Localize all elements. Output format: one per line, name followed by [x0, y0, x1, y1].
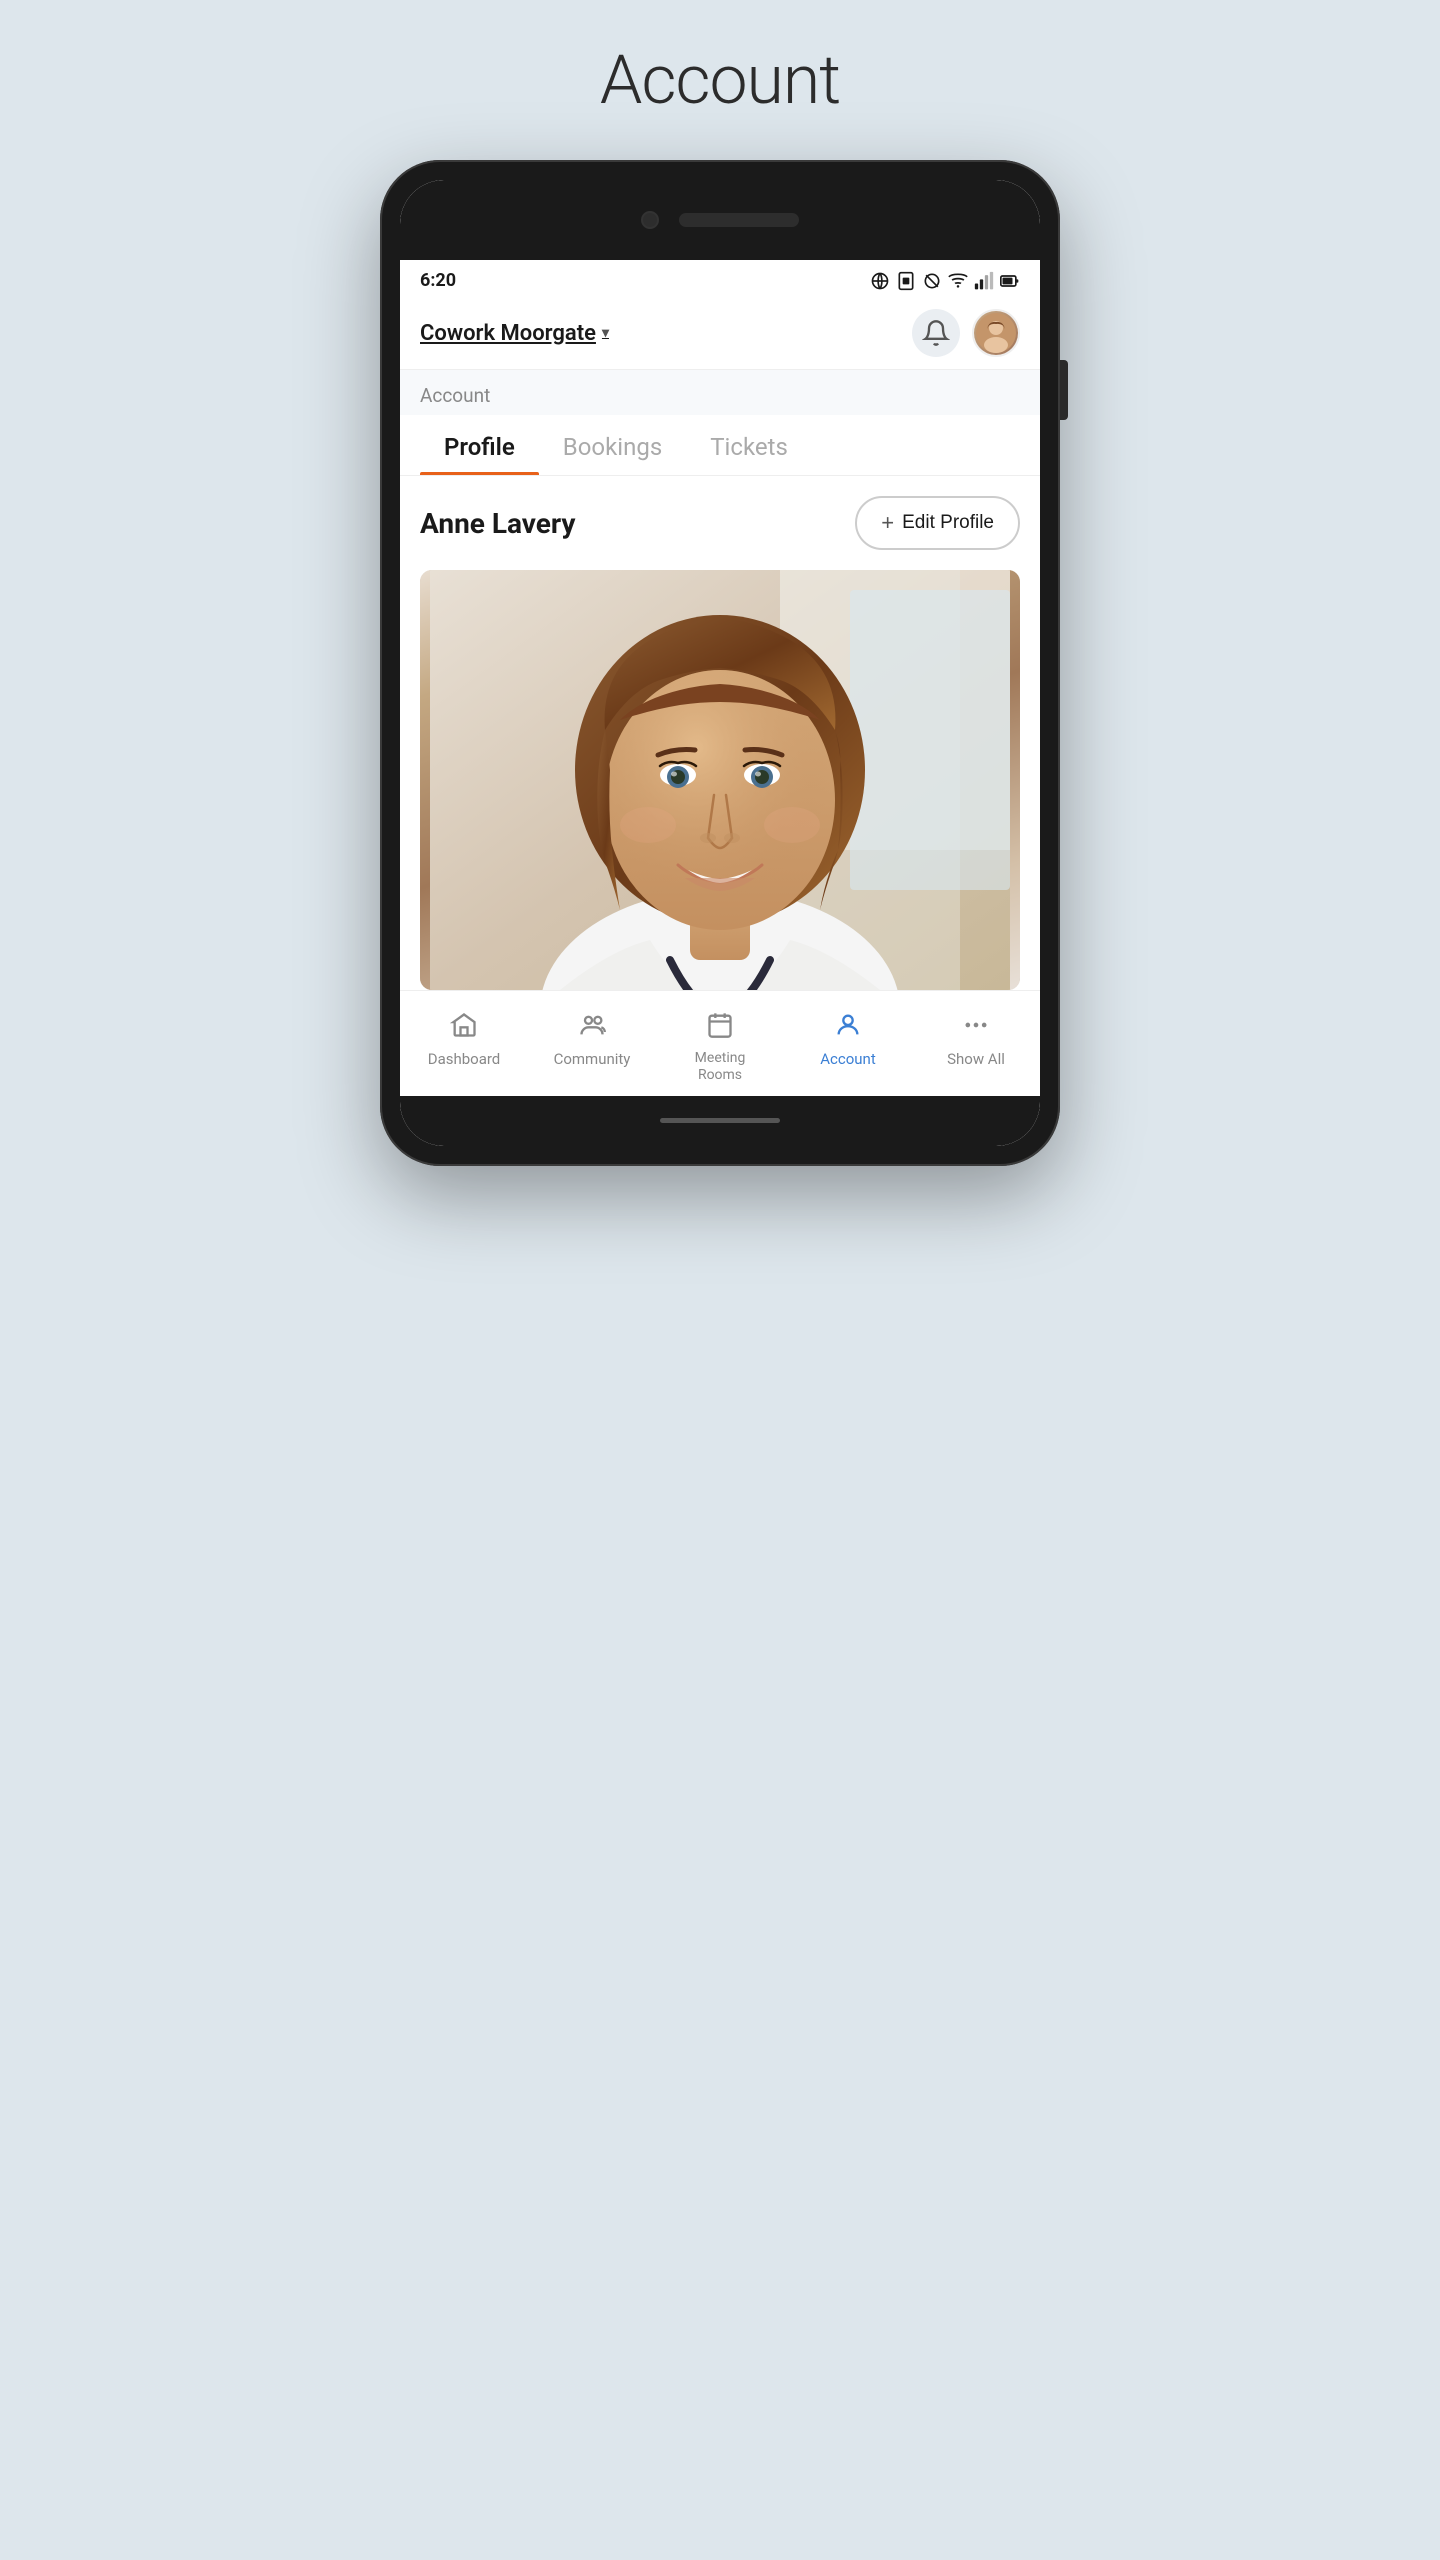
bottom-nav: Dashboard Community — [400, 990, 1040, 1096]
sim-icon — [896, 271, 916, 291]
nav-item-account[interactable]: Account — [784, 1007, 912, 1088]
bell-icon — [922, 319, 950, 347]
nav-label-show-all: Show All — [947, 1050, 1005, 1068]
user-avatar-button[interactable] — [972, 309, 1020, 357]
header-actions — [912, 309, 1020, 357]
home-icon — [450, 1011, 478, 1044]
phone-bottom-bezel — [400, 1096, 1040, 1146]
status-time: 6:20 — [420, 270, 456, 291]
profile-content: Anne Lavery + Edit Profile — [400, 476, 1040, 990]
page-title: Account — [600, 40, 840, 120]
home-indicator — [660, 1118, 780, 1123]
phone-screen: 6:20 — [400, 180, 1040, 1146]
tab-tickets[interactable]: Tickets — [686, 415, 812, 475]
workspace-selector[interactable]: Cowork Moorgate ▾ — [420, 321, 609, 346]
wifi-icon — [948, 271, 968, 291]
avatar-image — [976, 313, 1016, 353]
battery-icon — [1000, 271, 1020, 291]
status-bar: 6:20 — [400, 260, 1040, 297]
profile-photo — [420, 570, 1020, 990]
chevron-down-icon: ▾ — [602, 325, 609, 341]
nav-label-dashboard: Dashboard — [428, 1050, 501, 1068]
nav-item-show-all[interactable]: Show All — [912, 1007, 1040, 1088]
profile-portrait-svg — [420, 570, 1020, 990]
profile-header-row: Anne Lavery + Edit Profile — [420, 496, 1020, 550]
tabs-container: Profile Bookings Tickets — [400, 415, 1040, 476]
plus-icon: + — [881, 510, 894, 536]
profile-image-container — [420, 570, 1020, 990]
person-icon — [834, 1011, 862, 1044]
workspace-label: Cowork Moorgate — [420, 321, 596, 346]
edit-profile-button[interactable]: + Edit Profile — [855, 496, 1020, 550]
nav-item-meeting-rooms[interactable]: MeetingRooms — [656, 1007, 784, 1088]
more-icon — [962, 1011, 990, 1044]
status-icons — [870, 271, 1020, 291]
calendar-icon — [706, 1011, 734, 1044]
avatar — [974, 311, 1018, 355]
nav-label-community: Community — [554, 1050, 631, 1068]
section-label: Account — [400, 370, 1040, 415]
tab-bookings[interactable]: Bookings — [539, 415, 686, 475]
tab-profile[interactable]: Profile — [420, 415, 539, 475]
nav-item-community[interactable]: Community — [528, 1007, 656, 1088]
app-header: Cowork Moorgate ▾ — [400, 297, 1040, 370]
phone-device: 6:20 — [380, 160, 1060, 1166]
globe-icon — [870, 271, 890, 291]
no-ring-icon — [922, 271, 942, 291]
front-camera — [641, 211, 659, 229]
community-icon — [578, 1011, 606, 1044]
speaker — [679, 213, 799, 227]
nav-label-meeting-rooms: MeetingRooms — [695, 1050, 746, 1084]
notifications-button[interactable] — [912, 309, 960, 357]
phone-top-bezel — [400, 180, 1040, 260]
signal-icon — [974, 271, 994, 291]
nav-label-account: Account — [820, 1050, 876, 1068]
nav-item-dashboard[interactable]: Dashboard — [400, 1007, 528, 1088]
profile-name: Anne Lavery — [420, 507, 575, 540]
